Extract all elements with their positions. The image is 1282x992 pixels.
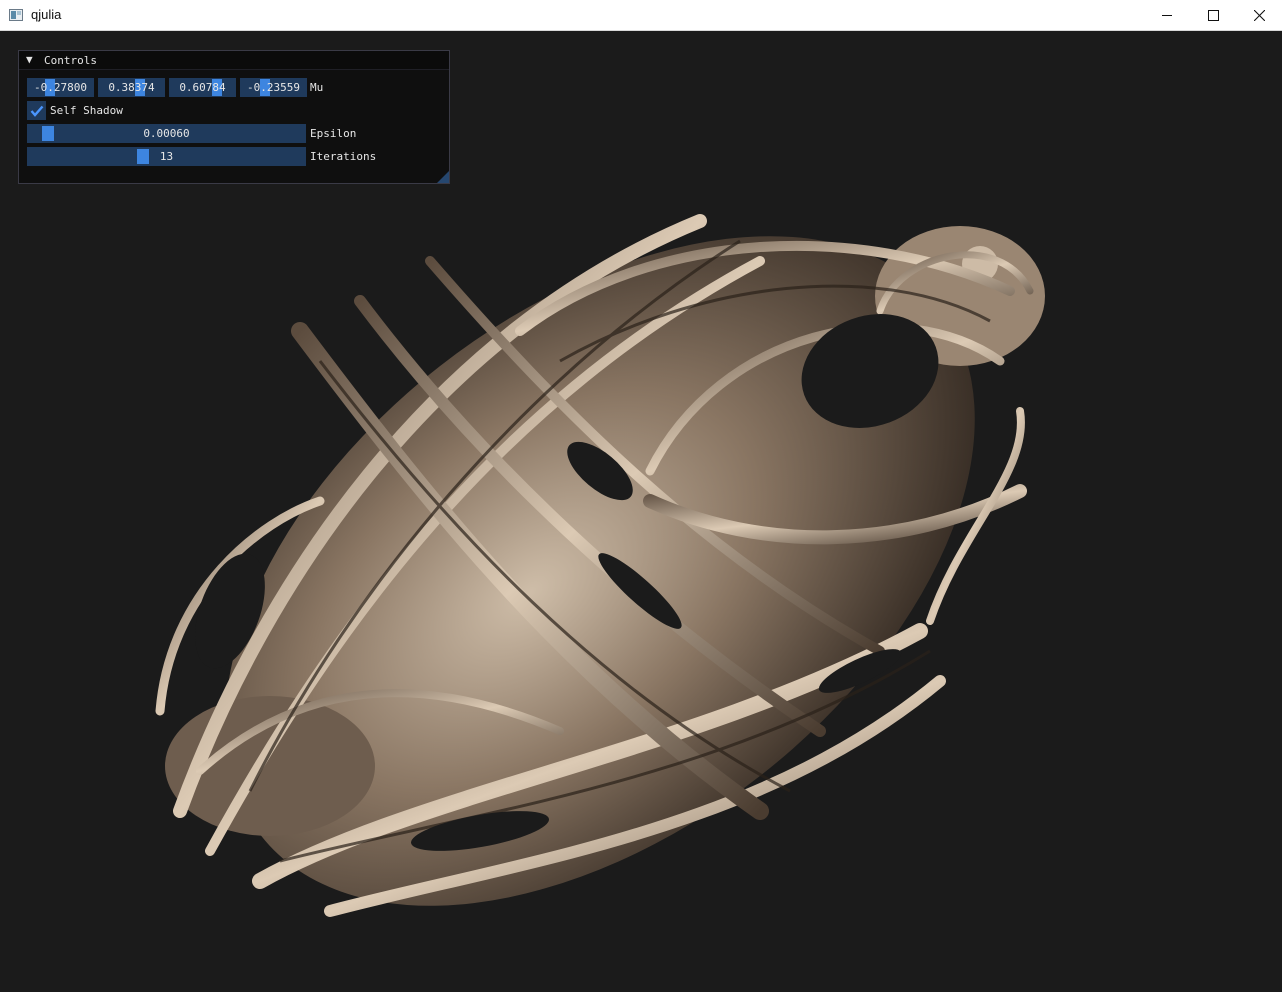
self-shadow-label: Self Shadow <box>50 104 123 117</box>
epsilon-label: Epsilon <box>310 127 357 140</box>
window-title: qjulia <box>31 7 62 22</box>
mu-w-value: -0.23559 <box>247 81 300 94</box>
mu-label: Mu <box>310 81 324 94</box>
fractal-body <box>155 214 1045 917</box>
epsilon-value: 0.00060 <box>143 127 190 140</box>
maximize-button[interactable] <box>1190 0 1236 30</box>
checkmark-icon <box>30 105 43 117</box>
self-shadow-checkbox[interactable] <box>27 101 46 120</box>
epsilon-slider[interactable]: 0.00060 <box>27 124 306 143</box>
mu-x-drag[interactable]: -0.27800 <box>27 78 94 97</box>
close-button[interactable] <box>1236 0 1282 30</box>
mu-z-value: 0.60784 <box>179 81 226 94</box>
iterations-label: Iterations <box>310 150 377 163</box>
mu-y-value: 0.38374 <box>108 81 155 94</box>
app-icon <box>9 9 23 21</box>
mu-w-drag[interactable]: -0.23559 <box>240 78 307 97</box>
panel-resize-grip[interactable] <box>437 171 449 183</box>
title-bar: qjulia <box>0 0 1282 31</box>
minimize-icon <box>1161 14 1172 16</box>
iterations-value: 13 <box>159 150 174 163</box>
panel-header[interactable]: ▼ Controls <box>19 51 449 70</box>
mu-z-drag[interactable]: 0.60784 <box>169 78 236 97</box>
maximize-icon <box>1207 9 1219 21</box>
panel-title: Controls <box>44 54 97 67</box>
mu-x-value: -0.27800 <box>34 81 87 94</box>
collapse-arrow-icon[interactable]: ▼ <box>26 53 33 66</box>
mu-y-drag[interactable]: 0.38374 <box>98 78 165 97</box>
minimize-button[interactable] <box>1144 0 1190 30</box>
close-icon <box>1253 9 1265 21</box>
iterations-slider[interactable]: 13 <box>27 147 306 166</box>
controls-panel[interactable]: ▼ Controls -0.27800 0.38374 0.60784 -0.2… <box>18 50 450 184</box>
